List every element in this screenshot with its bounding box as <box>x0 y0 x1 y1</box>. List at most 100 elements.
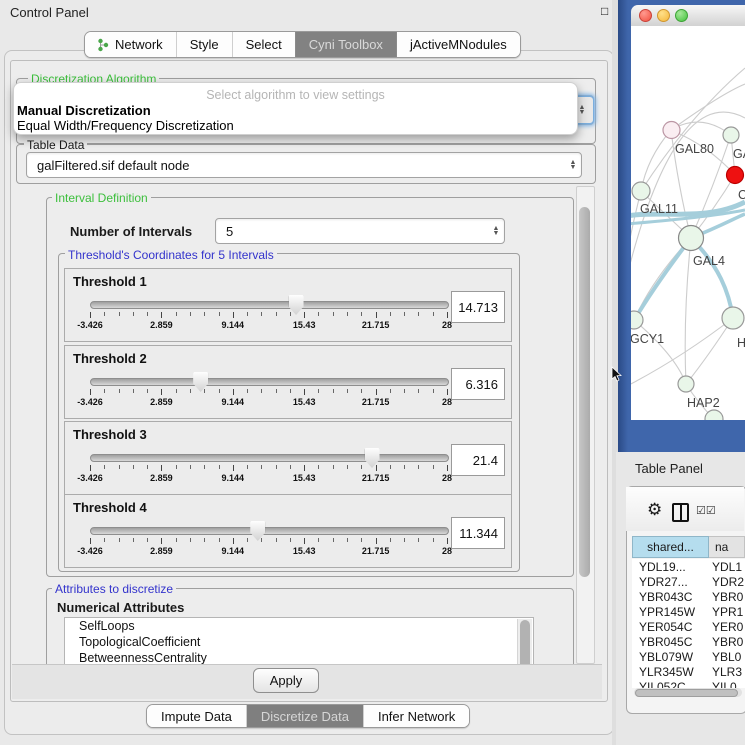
cell-shared-name[interactable]: YLR345W <box>632 665 707 679</box>
network-node-gal11[interactable] <box>632 182 650 200</box>
slider-tick <box>333 312 334 316</box>
network-node-gal4[interactable] <box>679 226 704 251</box>
slider-track[interactable] <box>90 527 449 535</box>
cell-name[interactable]: YPR1 <box>707 605 745 619</box>
network-node-c[interactable] <box>727 167 744 184</box>
network-edge[interactable] <box>641 130 671 191</box>
tab-infer-network[interactable]: Infer Network <box>363 705 469 727</box>
slider-track[interactable] <box>90 378 449 386</box>
tab-network[interactable]: Network <box>85 32 176 57</box>
cell-name[interactable]: YLR3 <box>707 665 745 679</box>
network-node[interactable] <box>705 410 723 420</box>
main-scrollbar[interactable] <box>576 186 595 664</box>
table-hscrollbar-thumb[interactable] <box>635 689 738 697</box>
cell-name[interactable]: YDR2 <box>707 575 745 589</box>
network-view-canvas[interactable]: GAL80GACGAL11GAL4GCY1HHAP2 <box>631 26 745 420</box>
cell-shared-name[interactable]: YER054C <box>632 620 707 634</box>
slider-tick <box>190 312 191 316</box>
tab-style[interactable]: Style <box>176 32 232 57</box>
num-intervals-combobox[interactable]: 5 ▲▼ <box>215 218 505 244</box>
table-hscrollbar[interactable] <box>634 688 742 697</box>
network-node-ga[interactable] <box>723 127 739 143</box>
attribute-item-topologicalcoefficient[interactable]: TopologicalCoefficient <box>65 634 533 650</box>
main-scrollbar-thumb[interactable] <box>579 207 590 577</box>
threshold-4-value-field[interactable]: 11.344 <box>451 517 505 549</box>
attributes-group-title: Attributes to discretize <box>52 582 176 596</box>
cell-shared-name[interactable]: YDL19... <box>632 560 707 574</box>
table-data-combobox[interactable]: galFiltered.sif default node ▲▼ <box>26 152 582 178</box>
tab-select[interactable]: Select <box>232 32 295 57</box>
cell-shared-name[interactable]: YIL052C <box>632 680 707 689</box>
cell-name[interactable]: YER0 <box>707 620 745 634</box>
cell-name[interactable]: YBR0 <box>707 635 745 649</box>
slider-tick <box>204 312 205 316</box>
table-header-name[interactable]: na <box>709 536 745 558</box>
cell-name[interactable]: YBR0 <box>707 590 745 604</box>
tab-jactivemnodules[interactable]: jActiveMNodules <box>396 32 520 57</box>
threshold-3-value-field[interactable]: 21.4 <box>451 444 505 476</box>
slider-tick <box>418 538 419 542</box>
slider-track[interactable] <box>90 454 449 462</box>
network-edge[interactable] <box>634 320 686 384</box>
cell-shared-name[interactable]: YPR145W <box>632 605 707 619</box>
network-edge-highlighted[interactable] <box>691 238 733 318</box>
network-edge[interactable] <box>685 238 691 384</box>
attribute-item-selfloops[interactable]: SelfLoops <box>65 618 533 634</box>
table-row[interactable]: YIL052CYIL0 <box>632 679 745 688</box>
threshold-2-panel: Threshold 2-3.4262.8599.14415.4321.71528… <box>64 345 512 419</box>
table-row[interactable]: YBR045CYBR0 <box>632 634 745 649</box>
network-edge[interactable] <box>686 318 733 384</box>
gear-icon[interactable]: ⚙ <box>647 500 662 520</box>
threshold-4-slider[interactable]: -3.4262.8599.14415.4321.71528 <box>90 527 447 561</box>
table-row[interactable]: YDR27...YDR2 <box>632 574 745 589</box>
slider-tick-label: 2.859 <box>150 473 173 483</box>
threshold-1-value-field[interactable]: 14.713 <box>451 291 505 323</box>
zoom-traffic-light-icon[interactable] <box>675 9 688 22</box>
cell-shared-name[interactable]: YBL079W <box>632 650 707 664</box>
table-row[interactable]: YBR043CYBR0 <box>632 589 745 604</box>
algorithm-option-equal-width[interactable]: Equal Width/Frequency Discretization <box>17 118 234 133</box>
float-icon[interactable]: □ <box>601 4 608 18</box>
list-scrollbar-thumb[interactable] <box>520 620 530 664</box>
slider-thumb[interactable] <box>250 521 265 541</box>
threshold-2-slider[interactable]: -3.4262.8599.14415.4321.71528 <box>90 378 447 412</box>
column-checkboxes-icon[interactable]: ☑☑ <box>696 504 716 517</box>
table-header-shared-name[interactable]: shared... <box>632 536 709 558</box>
cell-shared-name[interactable]: YBR045C <box>632 635 707 649</box>
network-node-gcy1[interactable] <box>631 311 643 329</box>
network-node-gal80[interactable] <box>663 122 680 139</box>
minimize-traffic-light-icon[interactable] <box>657 9 670 22</box>
network-window-titlebar[interactable] <box>631 5 745 27</box>
table-row[interactable]: YPR145WYPR1 <box>632 604 745 619</box>
table-row[interactable]: YER054CYER0 <box>632 619 745 634</box>
network-node-hap2[interactable] <box>678 376 694 392</box>
cell-name[interactable]: YIL0 <box>707 680 745 689</box>
cell-name[interactable]: YBL0 <box>707 650 745 664</box>
threshold-1-slider[interactable]: -3.4262.8599.14415.4321.71528 <box>90 301 447 335</box>
close-traffic-light-icon[interactable] <box>639 9 652 22</box>
cell-name[interactable]: YDL1 <box>707 560 745 574</box>
tab-impute-data[interactable]: Impute Data <box>147 705 246 727</box>
panel-title: Control Panel <box>10 5 89 20</box>
threshold-2-value-field[interactable]: 6.316 <box>451 368 505 400</box>
threshold-3-slider[interactable]: -3.4262.8599.14415.4321.71528 <box>90 454 447 488</box>
slider-tick <box>447 389 448 395</box>
numerical-attributes-list[interactable]: SelfLoopsTopologicalCoefficientBetweenne… <box>64 617 534 664</box>
network-node-h[interactable] <box>722 307 744 329</box>
cell-shared-name[interactable]: YDR27... <box>632 575 707 589</box>
cell-shared-name[interactable]: YBR043C <box>632 590 707 604</box>
attribute-item-betweennesscentrality[interactable]: BetweennessCentrality <box>65 650 533 664</box>
list-scrollbar[interactable] <box>517 619 532 664</box>
slider-tick <box>204 538 205 542</box>
tab-cyni-toolbox[interactable]: Cyni Toolbox <box>295 32 396 57</box>
slider-thumb[interactable] <box>365 448 380 468</box>
tab-discretize-data[interactable]: Discretize Data <box>246 705 363 727</box>
split-columns-icon[interactable] <box>672 503 689 522</box>
slider-track[interactable] <box>90 301 449 309</box>
slider-thumb[interactable] <box>193 372 208 392</box>
table-row[interactable]: YBL079WYBL0 <box>632 649 745 664</box>
apply-button[interactable]: Apply <box>253 668 319 693</box>
algorithm-option-manual[interactable]: Manual Discretization <box>17 103 151 118</box>
table-row[interactable]: YDL19...YDL1 <box>632 559 745 574</box>
table-row[interactable]: YLR345WYLR3 <box>632 664 745 679</box>
